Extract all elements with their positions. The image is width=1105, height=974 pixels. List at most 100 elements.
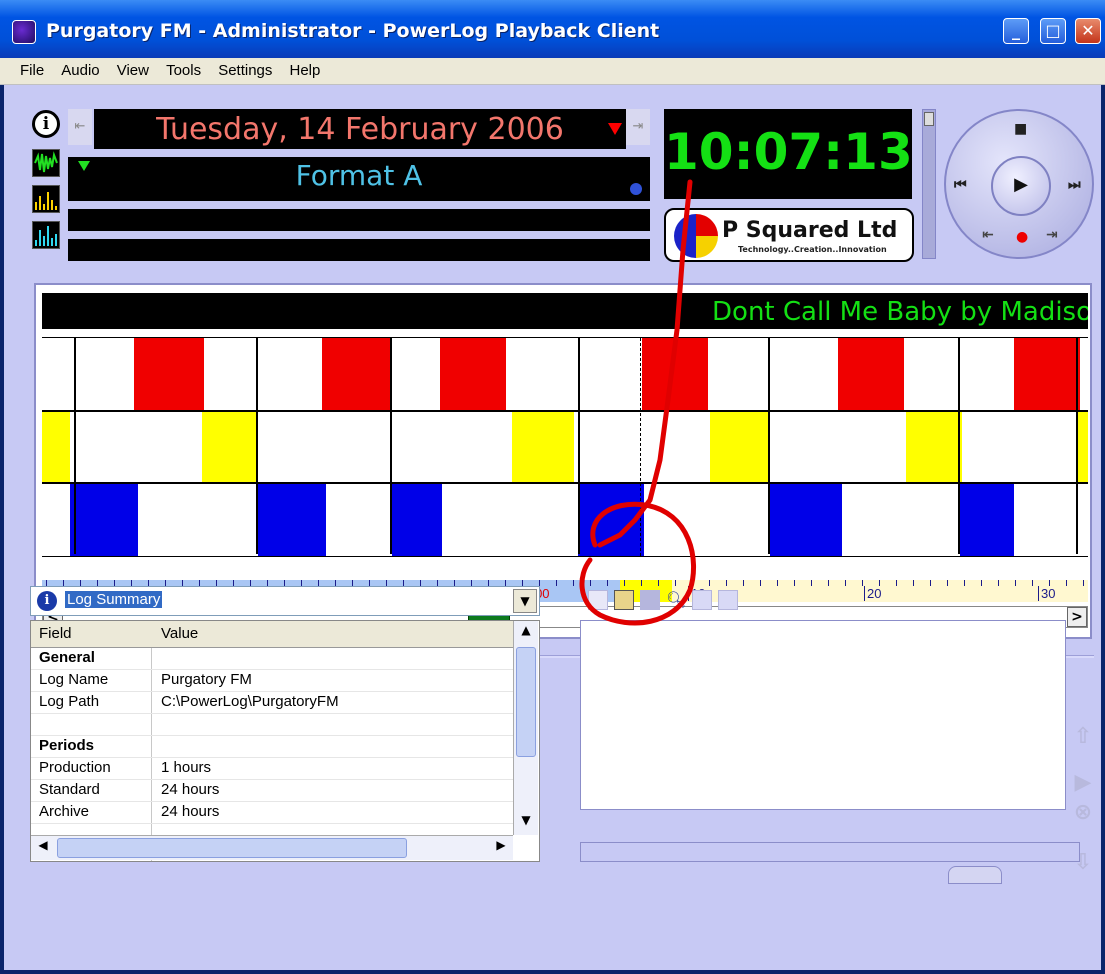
scroll-up-button[interactable]: ▲ (516, 623, 536, 643)
log-block-red[interactable] (440, 338, 506, 410)
block-divider (74, 338, 76, 554)
clock-text: 10:07:13 (664, 123, 913, 181)
move-up-icon[interactable]: ⇧ (1072, 724, 1094, 749)
row-field: Production (39, 759, 111, 776)
grid-hscroll-thumb[interactable] (57, 838, 407, 858)
right-content-panel[interactable] (580, 620, 1066, 810)
log-block-red[interactable] (1014, 338, 1080, 410)
table-row[interactable] (31, 713, 513, 736)
waveform-green-icon[interactable] (32, 149, 60, 177)
grid-scroll-right-button[interactable]: ▶ (491, 838, 511, 858)
row-divider (42, 482, 1088, 484)
ruler-tick (556, 580, 557, 586)
info-icon[interactable]: i (32, 110, 60, 138)
row-field: Archive (39, 803, 90, 820)
collapse-panel-button[interactable] (948, 866, 1002, 884)
volume-slider-handle[interactable] (924, 112, 934, 126)
row-value: C:\PowerLog\PurgatoryFM (161, 693, 339, 710)
title-bar[interactable]: Purgatory FM - Administrator - PowerLog … (0, 0, 1105, 58)
block-divider (578, 338, 580, 554)
play-button[interactable]: ▶ (991, 156, 1051, 216)
open-folder-icon[interactable] (614, 590, 634, 610)
rewind-button[interactable]: ⏮ (954, 177, 967, 193)
menu-help[interactable]: Help (284, 58, 327, 79)
grid-vertical-scrollbar[interactable]: ▲ ▼ (513, 621, 538, 835)
column-header-value[interactable]: Value (161, 625, 198, 642)
table-row[interactable]: Production 1 hours (31, 757, 513, 780)
ruler-tick (658, 580, 659, 586)
log-block-red[interactable] (322, 338, 392, 410)
play-item-icon[interactable]: ▶ (1072, 770, 1094, 795)
log-block-yellow[interactable] (42, 412, 70, 484)
menu-tools[interactable]: Tools (160, 58, 207, 79)
menu-settings[interactable]: Settings (212, 58, 278, 79)
log-block-yellow[interactable] (710, 412, 770, 484)
log-block-blue[interactable] (258, 484, 326, 556)
log-summary-selector[interactable]: i Log Summary ▼ (30, 586, 540, 616)
log-block-yellow[interactable] (202, 412, 258, 484)
cancel-icon[interactable]: ⊗ (1072, 800, 1094, 825)
previous-day-button[interactable]: ⇤ (68, 109, 92, 145)
table-row[interactable]: Periods (31, 735, 513, 758)
ruler-tick (675, 580, 676, 586)
image-icon[interactable] (692, 590, 712, 610)
format-info-icon[interactable] (630, 183, 642, 195)
grid-vscroll-thumb[interactable] (516, 647, 536, 757)
grid-scroll-left-button[interactable]: ◀ (33, 838, 53, 858)
search-icon[interactable]: 🔍︎ (666, 590, 686, 610)
table-row[interactable]: Log Name Purgatory FM (31, 669, 513, 692)
status-bar (580, 842, 1080, 862)
ruler-tick (845, 580, 846, 586)
log-block-red[interactable] (838, 338, 904, 410)
ruler-tick (998, 580, 999, 586)
transport-control: ■ ⏮ ⏭ ⇤ ● ⇥ ▶ (944, 109, 1094, 259)
block-divider (390, 338, 392, 554)
mark-in-button[interactable]: ⇤ (982, 227, 994, 243)
scroll-right-button[interactable]: > (1067, 607, 1087, 627)
menu-audio[interactable]: Audio (55, 58, 105, 79)
next-day-button[interactable]: ⇥ (626, 109, 650, 145)
ruler-tick (573, 580, 574, 586)
export-icon[interactable] (718, 590, 738, 610)
stop-button[interactable]: ■ (1014, 121, 1027, 137)
grid-horizontal-scrollbar[interactable]: ◀ ▶ (31, 835, 513, 860)
column-header-field[interactable]: Field (39, 625, 72, 642)
close-button[interactable]: ✕ (1075, 18, 1101, 44)
ruler-tick (590, 580, 591, 586)
table-row[interactable]: Log Path C:\PowerLog\PurgatoryFM (31, 691, 513, 714)
log-block-blue[interactable] (578, 484, 644, 556)
log-blocks-area[interactable] (42, 337, 1088, 557)
maximize-button[interactable]: □ (1040, 18, 1066, 44)
log-block-yellow[interactable] (906, 412, 962, 484)
save-icon[interactable] (640, 590, 660, 610)
ruler-tick (913, 580, 914, 586)
scroll-down-button[interactable]: ▼ (516, 813, 536, 833)
row-field: Log Path (39, 693, 100, 710)
volume-slider[interactable] (922, 109, 936, 259)
date-dropdown-icon[interactable] (608, 123, 622, 135)
ruler-tick (930, 580, 931, 586)
log-block-blue[interactable] (70, 484, 138, 556)
log-block-blue[interactable] (770, 484, 842, 556)
chevron-down-icon[interactable]: ▼ (513, 589, 537, 613)
fast-forward-button[interactable]: ⏭ (1068, 177, 1081, 193)
log-block-blue[interactable] (960, 484, 1014, 556)
table-row[interactable]: Archive 24 hours (31, 801, 513, 824)
mark-out-button[interactable]: ⇥ (1046, 227, 1058, 243)
ruler-tick (607, 580, 608, 586)
new-document-icon[interactable] (588, 590, 608, 610)
level-meter-cyan-icon[interactable] (32, 221, 60, 249)
ruler-tick (641, 580, 642, 586)
level-meter-yellow-icon[interactable] (32, 185, 60, 213)
log-block-blue[interactable] (392, 484, 442, 556)
record-button[interactable]: ● (1016, 229, 1028, 245)
table-row[interactable]: Standard 24 hours (31, 779, 513, 802)
log-block-yellow[interactable] (512, 412, 574, 484)
log-block-red[interactable] (642, 338, 708, 410)
menu-file[interactable]: File (0, 58, 50, 79)
menu-view[interactable]: View (111, 58, 155, 79)
minimize-button[interactable]: _ (1003, 18, 1029, 44)
row-value: 24 hours (161, 781, 220, 798)
log-block-red[interactable] (134, 338, 204, 410)
table-row[interactable]: General (31, 647, 513, 670)
